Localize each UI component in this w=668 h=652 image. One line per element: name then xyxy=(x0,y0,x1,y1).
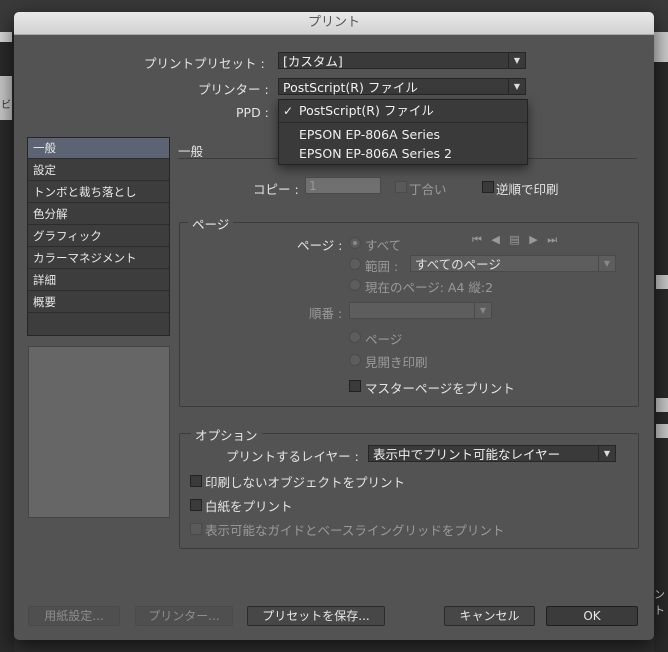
sidebar-item-general[interactable]: 一般 xyxy=(28,138,169,159)
blank-pages-checkbox[interactable] xyxy=(190,499,202,511)
print-dialog: プリント プリントプリセット : [カスタム] ▼ プリンター : PostSc… xyxy=(14,12,654,640)
dialog-title: プリント xyxy=(14,12,654,35)
reverse-order-checkbox[interactable] xyxy=(482,181,494,193)
chevron-down-icon: ▼ xyxy=(508,53,525,68)
layers-select[interactable]: 表示中でプリント可能なレイヤー ▼ xyxy=(368,445,616,462)
ok-button[interactable]: OK xyxy=(546,606,638,626)
background-app-left-text: ビ xyxy=(1,100,11,111)
background-app-right-strip xyxy=(654,32,668,62)
sidebar-item-setup[interactable]: 設定 xyxy=(28,160,169,181)
menu-separator xyxy=(279,122,527,123)
printer-label: プリンター : xyxy=(198,82,269,97)
chevron-down-icon: ▼ xyxy=(598,256,615,271)
guides-grids-checkbox[interactable] xyxy=(190,523,202,535)
all-pages-radio[interactable] xyxy=(349,237,361,249)
background-app-right-field xyxy=(656,398,668,412)
chevron-down-icon: ▼ xyxy=(474,303,491,318)
master-pages-checkbox[interactable] xyxy=(349,380,361,392)
sidebar-item-output[interactable]: 色分解 xyxy=(28,204,169,225)
preset-select[interactable]: [カスタム] ▼ xyxy=(278,52,526,69)
chevron-down-icon: ▼ xyxy=(598,446,615,461)
nonprinting-objects-label: 印刷しないオブジェクトをプリント xyxy=(205,475,406,490)
range-value: すべてのページ xyxy=(415,257,501,272)
preset-value: [カスタム] xyxy=(283,54,343,69)
guides-grids-label: 表示可能なガイドとベースライングリッドをプリント xyxy=(205,523,505,538)
collate-checkbox[interactable] xyxy=(395,181,407,193)
printer-option-epson[interactable]: EPSON EP-806A Series xyxy=(279,125,527,145)
sidebar-item-graphics[interactable]: グラフィック xyxy=(28,226,169,247)
printer-value: PostScript(R) ファイル xyxy=(283,80,418,95)
layers-value: 表示中でプリント可能なレイヤー xyxy=(373,447,561,462)
category-list: 一般 設定 トンボと裁ち落とし 色分解 グラフィック カラーマネジメント 詳細 … xyxy=(27,137,170,336)
copies-label: コピー : xyxy=(253,182,299,197)
range-label: 範囲 : xyxy=(365,259,399,274)
page-nav-icons[interactable]: ⏮ ◀ ▤ ▶ ⏭ xyxy=(472,233,560,247)
ppd-label: PPD : xyxy=(236,105,269,120)
cancel-button[interactable]: キャンセル xyxy=(444,606,535,626)
background-app-right-panel xyxy=(654,32,668,652)
printer-dropdown-menu: ✓ PostScript(R) ファイル EPSON EP-806A Serie… xyxy=(278,99,528,165)
background-app-left-strip xyxy=(0,32,12,42)
preset-label: プリントプリセット : xyxy=(144,56,265,71)
page-setup-button[interactable]: 用紙設定... xyxy=(28,606,120,626)
all-pages-label: すべて xyxy=(365,238,402,253)
printer-option-label: PostScript(R) ファイル xyxy=(299,103,434,118)
printer-option-postscript[interactable]: ✓ PostScript(R) ファイル xyxy=(279,101,527,121)
page-mode-label: ページ xyxy=(365,332,403,347)
checkmark-icon: ✓ xyxy=(283,104,294,118)
pages-group-title: ページ xyxy=(188,214,234,233)
sidebar-item-advanced[interactable]: 詳細 xyxy=(28,270,169,291)
reverse-order-label: 逆順で印刷 xyxy=(496,182,559,197)
background-app-right-field xyxy=(656,275,668,289)
save-preset-button[interactable]: プリセットを保存... xyxy=(247,606,385,626)
spread-radio[interactable] xyxy=(349,354,361,366)
sidebar-item-color-management[interactable]: カラーマネジメント xyxy=(28,248,169,269)
collate-label: 丁合い xyxy=(409,182,447,197)
printer-select[interactable]: PostScript(R) ファイル ▼ xyxy=(278,78,526,95)
printer-option-epson-2[interactable]: EPSON EP-806A Series 2 xyxy=(279,144,527,164)
nonprinting-objects-checkbox[interactable] xyxy=(190,475,202,487)
chevron-down-icon: ▼ xyxy=(508,79,525,94)
range-radio[interactable] xyxy=(349,258,361,270)
blank-pages-label: 白紙をプリント xyxy=(205,499,293,514)
current-page-label: 現在のページ: A4 縦:2 xyxy=(365,280,494,295)
pages-label: ページ : xyxy=(297,238,343,253)
background-app-left-panel xyxy=(0,32,14,652)
page-mode-radio[interactable] xyxy=(349,331,361,343)
spread-label: 見開き印刷 xyxy=(365,355,428,370)
background-app-right-field xyxy=(656,424,668,438)
background-app-right-text: ント xyxy=(654,588,665,617)
layers-label: プリントするレイヤー : xyxy=(226,449,359,464)
master-pages-label: マスターページをプリント xyxy=(365,381,515,396)
order-select[interactable]: ▼ xyxy=(349,302,492,319)
current-page-radio[interactable] xyxy=(349,279,361,291)
range-select[interactable]: すべてのページ ▼ xyxy=(410,255,616,272)
copies-field[interactable]: 1 xyxy=(305,177,381,194)
page-preview xyxy=(28,346,170,518)
sidebar-item-marks-bleed[interactable]: トンボと裁ち落とし xyxy=(28,182,169,203)
printer-button[interactable]: プリンター... xyxy=(135,606,233,626)
order-label: 順番 : xyxy=(309,306,343,321)
sidebar-item-summary[interactable]: 概要 xyxy=(28,292,169,313)
options-group-title: オプション xyxy=(191,425,262,444)
